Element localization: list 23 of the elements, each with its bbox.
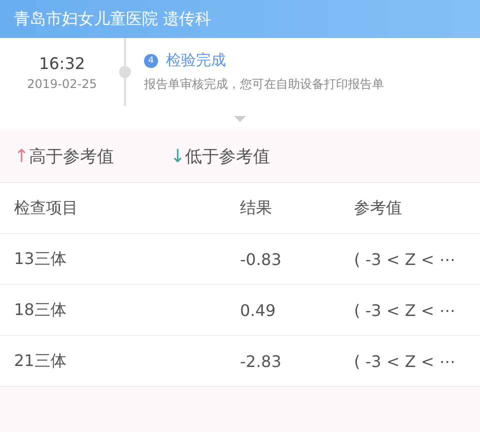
table-cell-text: 13三体 xyxy=(14,248,68,270)
hospital-title: 青岛市妇女儿童医院 遗传科 xyxy=(14,8,212,30)
table-cell-text: ( -3 < Z < ⋯ xyxy=(354,250,456,268)
table-cell-text: -0.83 xyxy=(240,250,282,268)
step-number: 4 xyxy=(144,54,158,68)
legend-label: 高于参考值 xyxy=(29,146,114,168)
table-cell-text: ( -3 < Z < ⋯ xyxy=(354,300,456,320)
expand-chevron-icon[interactable] xyxy=(234,116,246,123)
arrow-icon: ↓ xyxy=(170,146,186,166)
table-cell-text: 18三体 xyxy=(14,300,68,320)
column-header: 参考值 xyxy=(354,198,403,218)
status-title: 检验完成 xyxy=(166,51,226,70)
column-header: 结果 xyxy=(240,198,273,218)
table-cell-text: ( -3 < Z < ⋯ xyxy=(354,352,456,370)
table-cell-text: -2.83 xyxy=(240,352,282,370)
time: 16:32 xyxy=(38,54,86,72)
table-cell-text: 0.49 xyxy=(240,300,277,320)
legend-label: 低于参考值 xyxy=(185,146,270,168)
arrow-icon: ↑ xyxy=(14,146,30,166)
date: 2019-02-25 xyxy=(27,76,97,90)
column-header: 检查项目 xyxy=(14,198,79,218)
table-cell-text: 21三体 xyxy=(14,350,68,372)
status-description: 报告单审核完成，您可在自助设备打印报告单 xyxy=(144,76,384,93)
